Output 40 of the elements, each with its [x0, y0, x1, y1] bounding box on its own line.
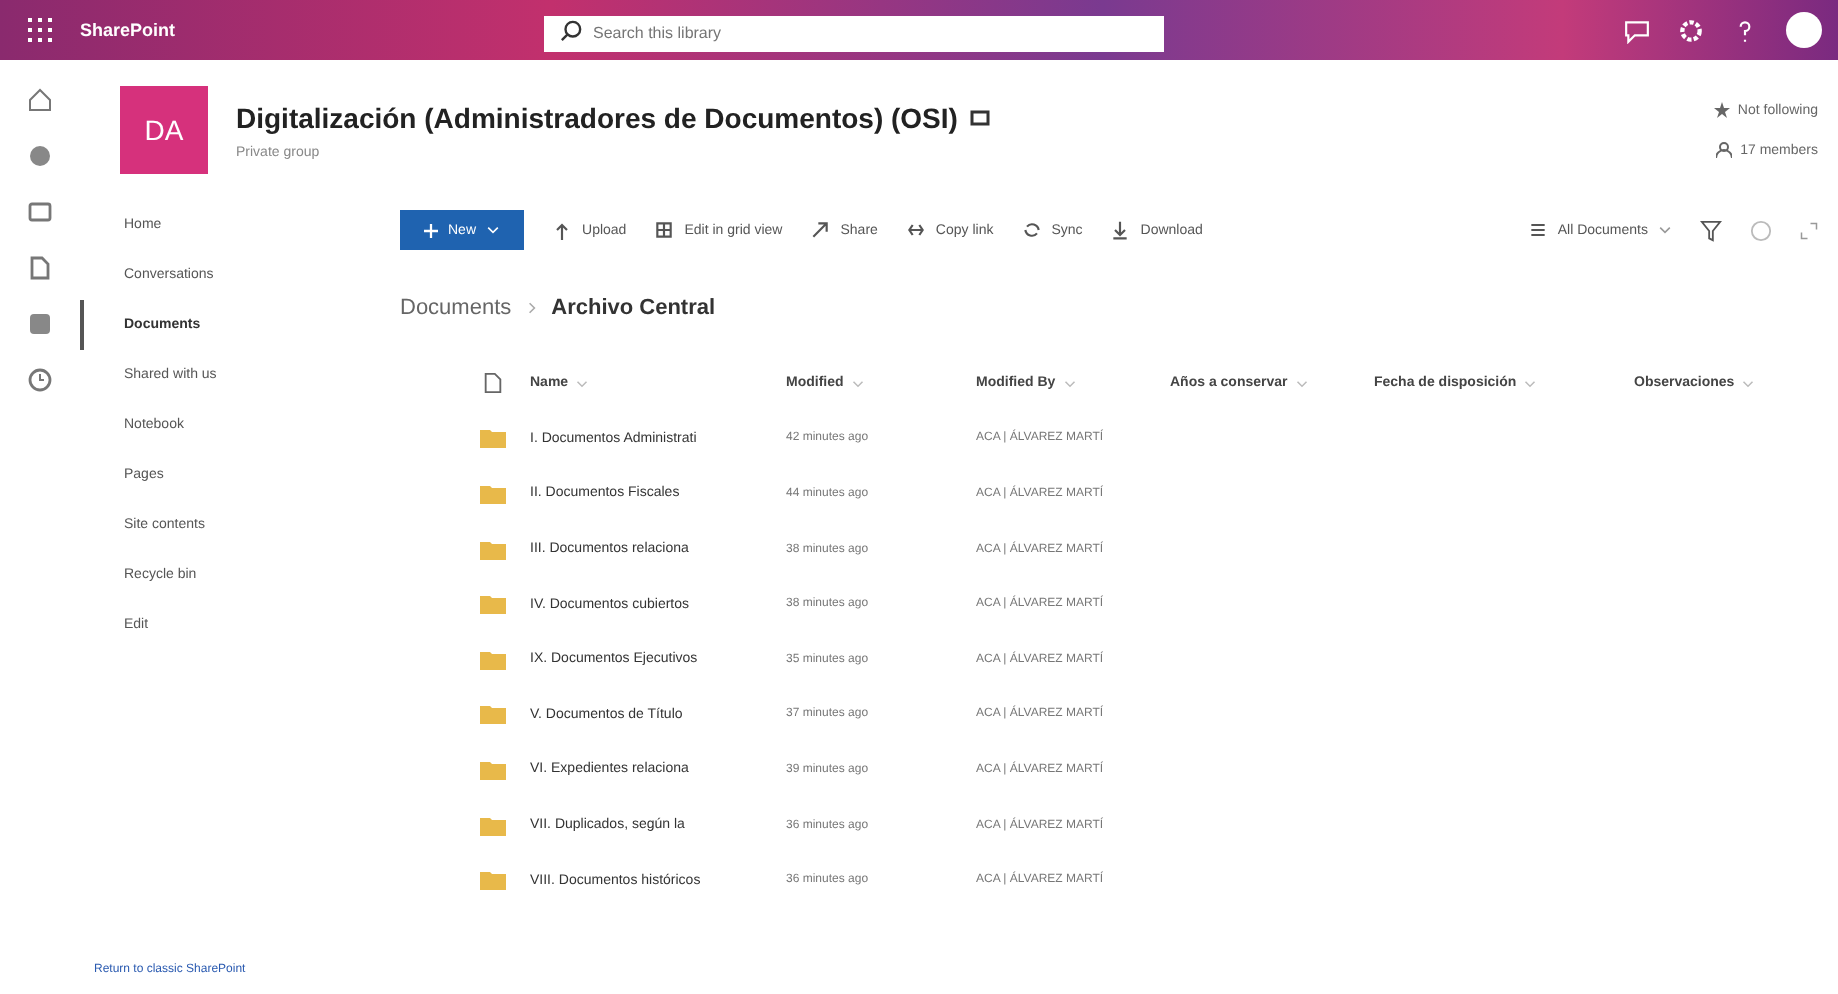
filter-icon[interactable]	[1700, 219, 1722, 241]
app-launcher-icon[interactable]	[28, 18, 52, 42]
search-field[interactable]: Search this library	[543, 15, 1164, 51]
list-icon	[1527, 220, 1548, 240]
grid-icon	[654, 220, 675, 240]
search-icon	[559, 20, 582, 42]
current-folder[interactable]: Archivo Central	[551, 296, 716, 320]
chevron-right-icon	[527, 300, 536, 316]
folder-icon	[480, 483, 506, 504]
star-icon	[1713, 102, 1730, 118]
folder-icon	[480, 704, 506, 725]
link-icon	[905, 220, 926, 240]
settings-icon[interactable]	[1678, 17, 1704, 43]
folder-icon	[480, 759, 506, 780]
folder-icon	[480, 428, 506, 449]
clock-icon[interactable]	[28, 368, 52, 392]
file-type-icon[interactable]	[480, 372, 506, 395]
avatar[interactable]	[1786, 12, 1822, 48]
chevron-down-icon	[486, 226, 501, 234]
folder-icon	[480, 870, 506, 891]
breadcrumb-link[interactable]: Documents	[400, 296, 512, 320]
person-icon	[1716, 142, 1733, 158]
app-name[interactable]: SharePoint	[80, 20, 176, 40]
upload-icon	[552, 220, 573, 240]
plus-icon	[424, 223, 438, 237]
sync-icon	[1021, 220, 1042, 240]
download-icon	[1110, 220, 1131, 240]
home-icon[interactable]	[28, 88, 52, 112]
expand-icon[interactable]	[1800, 221, 1818, 239]
share-icon	[810, 220, 831, 240]
chevron-down-icon	[1658, 226, 1672, 234]
site-logo: DA	[120, 86, 208, 174]
group-icon	[969, 109, 990, 125]
folder-icon	[480, 815, 506, 836]
file-icon[interactable]	[28, 256, 52, 280]
folder-icon	[480, 649, 506, 670]
chat-icon[interactable]	[1624, 17, 1650, 43]
folder-icon	[480, 539, 506, 560]
site-title: Digitalización (Administradores de Documentos) (OSI)	[236, 101, 958, 133]
folder-icon	[480, 594, 506, 615]
